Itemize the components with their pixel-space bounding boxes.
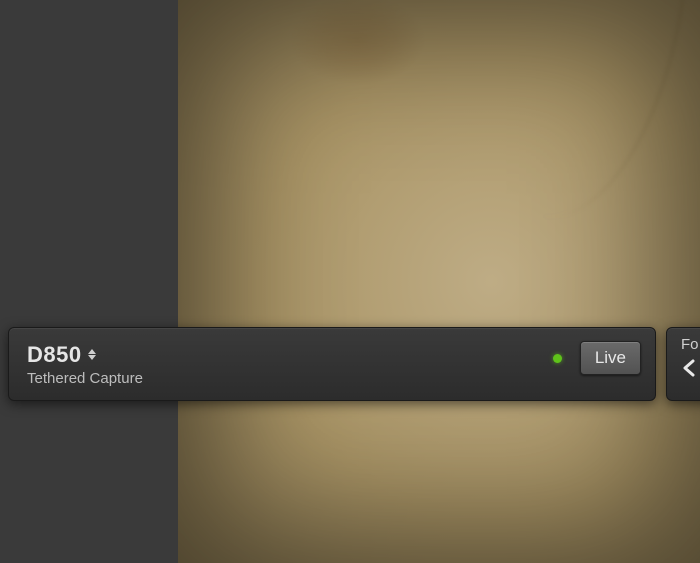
secondary-control-panel: Fo: [666, 327, 700, 401]
tether-control-bar: D850 Tethered Capture Live: [8, 327, 656, 401]
connection-status-indicator: [553, 354, 562, 363]
secondary-panel-label: Fo: [681, 336, 700, 353]
capture-mode-label: Tethered Capture: [27, 370, 143, 387]
app-viewport: D850 Tethered Capture Live Fo: [0, 0, 700, 563]
live-button-label: Live: [595, 348, 626, 368]
camera-selector[interactable]: D850 Tethered Capture: [27, 342, 143, 387]
left-panel-background: [0, 0, 178, 563]
camera-name-label: D850: [27, 342, 82, 368]
live-view-button[interactable]: Live: [580, 341, 641, 375]
chevron-left-icon[interactable]: [681, 359, 700, 382]
vignette-overlay: [178, 0, 700, 563]
image-preview[interactable]: [178, 0, 700, 563]
dropdown-chevrons-icon: [88, 349, 96, 360]
